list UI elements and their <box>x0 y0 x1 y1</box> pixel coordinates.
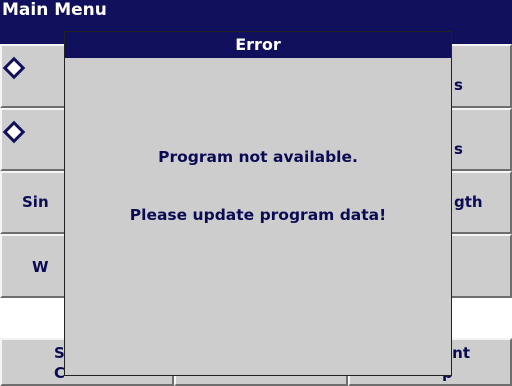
menu-button-left-3-label: Sin <box>22 193 49 211</box>
error-dialog: Error Program not available. Please upda… <box>64 31 452 376</box>
screen: Main Menu Sin W s s gth S C ent p Error … <box>0 0 512 386</box>
menu-button-right-1-label: s <box>454 76 463 94</box>
menu-button-right-3-label: gth <box>454 193 483 211</box>
menu-button-left-4-label: W <box>32 258 49 276</box>
error-message-line1: Program not available. <box>158 148 358 166</box>
diamond-icon <box>2 120 26 144</box>
diamond-icon <box>2 56 26 80</box>
menu-button-right-2-label: s <box>454 140 463 158</box>
error-message-line2: Please update program data! <box>129 206 387 224</box>
main-menu-title: Main Menu <box>2 0 107 20</box>
error-dialog-title: Error <box>65 32 451 58</box>
